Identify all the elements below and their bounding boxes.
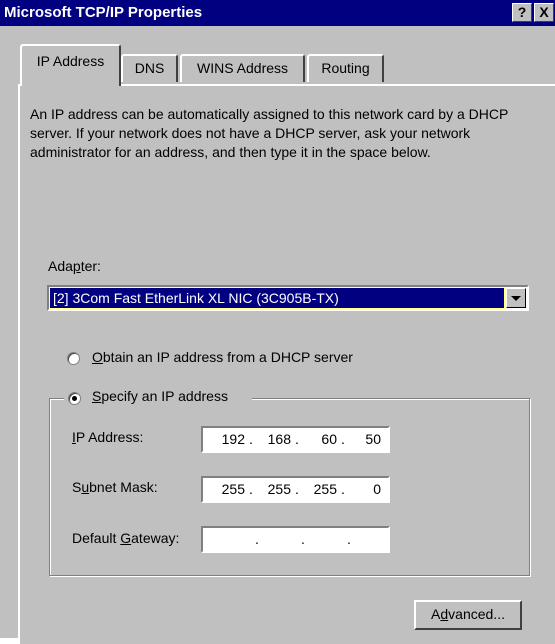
dhcp-radio[interactable] — [67, 352, 80, 365]
subnet-dot: . — [341, 481, 345, 497]
specify-ip-legend: Specify an IP address — [64, 388, 252, 408]
subnet-mask-field[interactable]: 255 . 255 . 255 . 0 — [201, 476, 390, 503]
subnet-dot: . — [295, 481, 299, 497]
ip-octet-2[interactable]: 168 — [259, 428, 291, 450]
advanced-button[interactable]: Advanced... — [414, 600, 522, 630]
chevron-down-icon[interactable] — [506, 288, 526, 308]
subnet-mask-label: Subnet Mask: — [72, 479, 158, 495]
specify-ip-radio-label[interactable]: Specify an IP address — [92, 388, 228, 404]
adapter-selected-value: [2] 3Com Fast EtherLink XL NIC (3C905B-T… — [49, 287, 505, 309]
ip-address-label: IP Address: — [72, 429, 144, 445]
gateway-dot: . — [347, 531, 351, 547]
subnet-octet-3[interactable]: 255 — [305, 478, 337, 500]
adapter-dropdown[interactable]: [2] 3Com Fast EtherLink XL NIC (3C905B-T… — [47, 285, 529, 311]
ip-dot: . — [341, 431, 345, 447]
dhcp-radio-label[interactable]: Obtain an IP address from a DHCP server — [92, 349, 353, 365]
subnet-dot: . — [249, 481, 253, 497]
description-text: An IP address can be automatically assig… — [30, 106, 509, 160]
subnet-octet-2[interactable]: 255 — [259, 478, 291, 500]
ip-dot: . — [249, 431, 253, 447]
ip-address-field[interactable]: 192 . 168 . 60 . 50 — [201, 426, 390, 453]
ip-dot: . — [295, 431, 299, 447]
subnet-octet-4[interactable]: 0 — [349, 478, 381, 500]
gateway-dot: . — [301, 531, 305, 547]
ip-octet-4[interactable]: 50 — [349, 428, 381, 450]
ip-octet-3[interactable]: 60 — [305, 428, 337, 450]
default-gateway-label: Default Gateway: — [72, 530, 180, 546]
subnet-octet-1[interactable]: 255 — [213, 478, 245, 500]
ip-octet-1[interactable]: 192 — [213, 428, 245, 450]
adapter-label: Adapter: — [48, 258, 101, 274]
default-gateway-field[interactable]: . . . — [201, 526, 390, 553]
gateway-dot: . — [255, 531, 259, 547]
tcpip-properties-dialog: Microsoft TCP/IP Properties ? X IP Addre… — [0, 0, 555, 644]
specify-ip-radio[interactable] — [68, 392, 81, 405]
